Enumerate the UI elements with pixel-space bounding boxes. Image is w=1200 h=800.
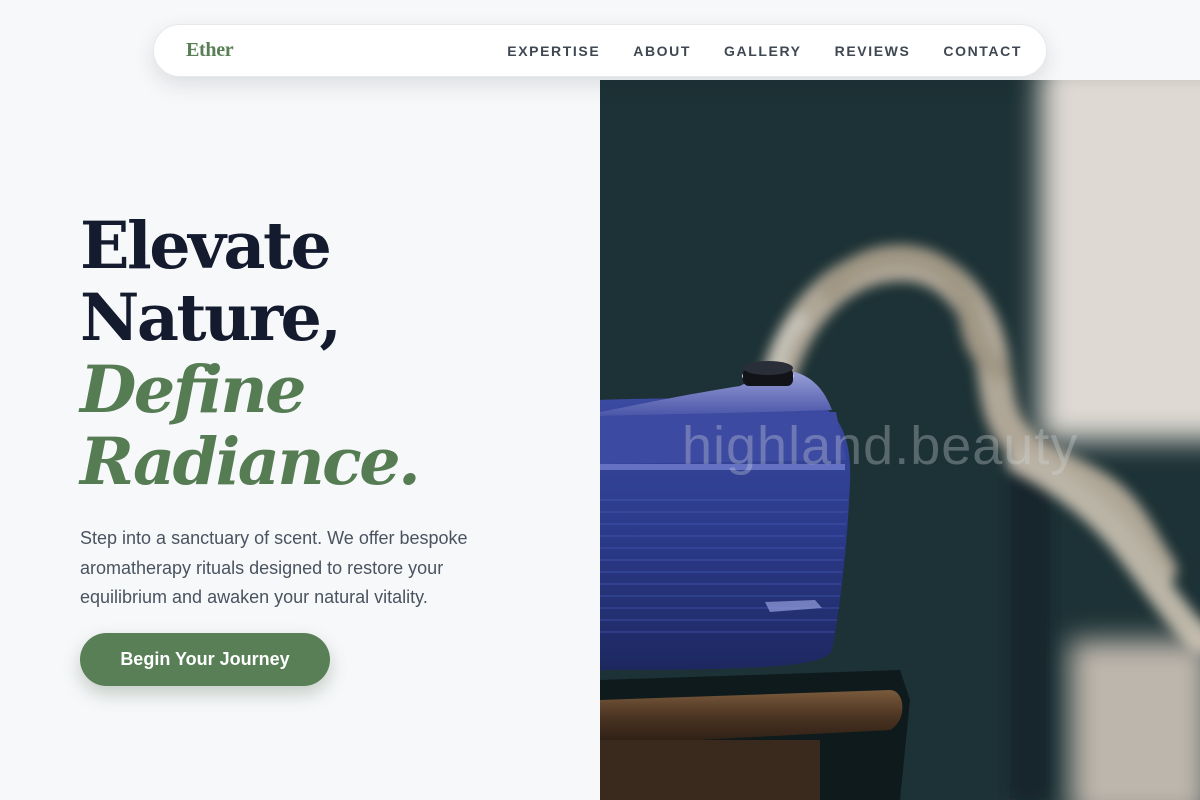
nav-link-gallery[interactable]: GALLERY — [724, 43, 802, 59]
nav-link-expertise[interactable]: EXPERTISE — [507, 43, 600, 59]
begin-journey-button[interactable]: Begin Your Journey — [80, 633, 330, 686]
headline-line-elevate: Elevate — [80, 208, 332, 284]
headline-line-define: Define — [80, 352, 307, 428]
nav-link-contact[interactable]: CONTACT — [943, 43, 1022, 59]
nav-link-reviews[interactable]: REVIEWS — [835, 43, 911, 59]
nav-links: EXPERTISE ABOUT GALLERY REVIEWS CONTACT — [507, 43, 1022, 59]
hero-image-diffuser: highland.beauty — [600, 80, 1200, 800]
brand-logo[interactable]: Ether — [186, 39, 234, 62]
hero-text: Elevate Nature, Define Radiance. Step in… — [80, 210, 580, 631]
nav-link-about[interactable]: ABOUT — [633, 43, 691, 59]
image-watermark: highland.beauty — [682, 416, 1079, 476]
hero-description: Step into a sanctuary of scent. We offer… — [80, 528, 468, 607]
headline-line-nature: Nature, — [80, 280, 342, 356]
hero-headline: Elevate Nature, Define Radiance. — [80, 210, 580, 498]
navbar: Ether EXPERTISE ABOUT GALLERY REVIEWS CO… — [153, 24, 1047, 77]
headline-line-radiance: Radiance. — [80, 424, 421, 500]
